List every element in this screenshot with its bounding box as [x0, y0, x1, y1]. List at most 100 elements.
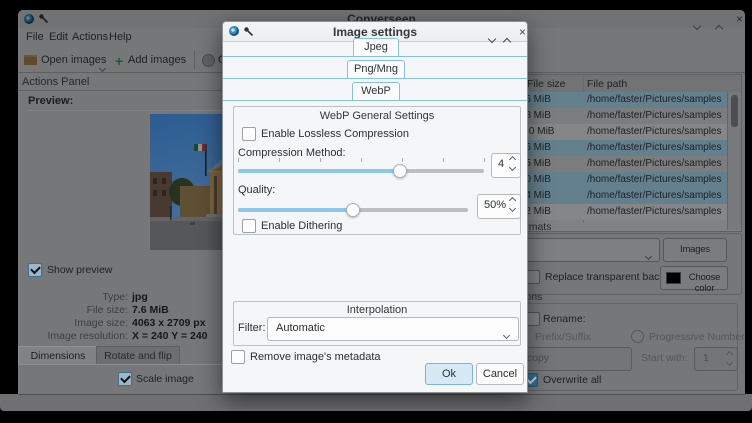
- webp-settings-group: WebP General Settings Enable Lossless Co…: [233, 106, 521, 235]
- cell-path: /home/faster/Pictures/samples: [587, 110, 722, 121]
- compression-method-spinbox[interactable]: 4: [491, 153, 521, 178]
- dithering-checkbox[interactable]: [242, 219, 256, 233]
- lossless-label: Enable Lossless Compression: [261, 128, 409, 140]
- slider-fill: [238, 169, 400, 173]
- info-resolution-label: Image resolution:: [28, 330, 128, 342]
- cell-path: /home/faster/Pictures/samples: [587, 158, 722, 169]
- remove-metadata-checkbox[interactable]: [231, 350, 245, 364]
- close-icon[interactable]: ×: [736, 14, 743, 24]
- spin-up-icon[interactable]: [509, 156, 516, 163]
- compression-method-label: Compression Method:: [238, 147, 346, 159]
- scale-image-label: Scale image: [136, 373, 194, 385]
- col-file-path[interactable]: File path: [587, 78, 627, 90]
- convert-icon: [202, 54, 215, 67]
- tab-rotate-and-flip[interactable]: Rotate and flip: [96, 346, 180, 365]
- col-file-size[interactable]: File size: [527, 78, 566, 90]
- quality-slider[interactable]: [238, 208, 468, 212]
- rename-checkbox[interactable]: [526, 312, 540, 326]
- tab-dimensions[interactable]: Dimensions: [18, 346, 98, 365]
- progressive-number-label: Progressive Number: [649, 331, 745, 343]
- toolbar-separator: [194, 51, 195, 69]
- replace-transparent-checkbox[interactable]: [526, 270, 540, 284]
- interpolation-group: Interpolation Filter: Automatic: [233, 301, 521, 346]
- lossless-checkbox[interactable]: [242, 127, 256, 141]
- scale-image-checkbox[interactable]: [118, 372, 132, 386]
- color-swatch: [666, 272, 681, 284]
- slider-tick: [238, 158, 239, 162]
- cell-path: /home/faster/Pictures/samples: [587, 174, 722, 185]
- chevron-down-icon: [646, 246, 651, 264]
- ok-button[interactable]: Ok: [425, 363, 473, 385]
- start-with-spinbox[interactable]: 1: [694, 347, 738, 371]
- choose-color-button[interactable]: Choose color: [660, 266, 728, 290]
- cell-path: /home/faster/Pictures/samples: [587, 94, 722, 105]
- slider-tick: [402, 158, 403, 162]
- filter-value: Automatic: [276, 322, 325, 334]
- prefix-suffix-label: Prefix/Suffix: [535, 331, 591, 343]
- info-resolution-value: X = 240 Y = 240: [132, 330, 208, 342]
- slider-tick: [361, 158, 362, 162]
- quality-label: Quality:: [238, 184, 275, 196]
- show-preview-checkbox[interactable]: [28, 263, 42, 277]
- interpolation-title: Interpolation: [234, 304, 520, 316]
- open-images-dropdown-icon[interactable]: [100, 58, 105, 76]
- info-imagesize-label: Image size:: [28, 317, 128, 329]
- status-bar: [0, 394, 752, 411]
- cell-path: /home/faster/Pictures/samples: [587, 190, 722, 201]
- spin-down-icon[interactable]: [509, 205, 516, 212]
- cancel-button[interactable]: Cancel: [476, 363, 524, 385]
- tab-jpeg[interactable]: Jpeg: [353, 38, 399, 57]
- filter-label: Filter:: [238, 322, 266, 334]
- spin-up-icon[interactable]: [726, 351, 733, 358]
- menu-actions[interactable]: Actions: [72, 31, 108, 43]
- info-filesize-label: File size:: [28, 304, 128, 316]
- slider-fill: [238, 208, 353, 212]
- overwrite-all-label: Overwrite all: [543, 374, 601, 386]
- table-scrollbar[interactable]: [727, 92, 741, 230]
- image-settings-dialog: Image settings × Jpeg Png/Mng WebP WebP …: [222, 21, 528, 393]
- actions-panel-title: Actions Panel: [22, 76, 89, 88]
- slider-handle[interactable]: [346, 203, 360, 217]
- compression-method-slider[interactable]: [238, 169, 484, 173]
- add-images-icon: +: [115, 55, 123, 67]
- cell-path: /home/faster/Pictures/samples: [587, 126, 722, 137]
- tab-png-mng[interactable]: Png/Mng: [347, 60, 405, 79]
- slider-tick: [443, 158, 444, 162]
- add-images-button[interactable]: Add images: [128, 54, 186, 66]
- choose-color-label: Choose color: [682, 272, 727, 294]
- start-with-label: Start with:: [641, 352, 688, 364]
- info-type-value: jpg: [132, 291, 148, 303]
- scrollbar-thumb[interactable]: [731, 95, 738, 127]
- show-preview-label: Show preview: [47, 264, 112, 276]
- webp-group-title: WebP General Settings: [234, 110, 520, 122]
- dithering-label: Enable Dithering: [261, 220, 342, 232]
- cell-path: /home/faster/Pictures/samples: [587, 142, 722, 153]
- quality-value: 50%: [484, 199, 506, 211]
- menu-edit[interactable]: Edit: [49, 31, 68, 43]
- tab-webp[interactable]: WebP: [352, 82, 400, 101]
- close-icon[interactable]: ×: [519, 27, 526, 37]
- remove-metadata-label: Remove image's metadata: [250, 351, 381, 363]
- rename-label: Rename:: [543, 313, 586, 325]
- menu-file[interactable]: File: [26, 31, 44, 43]
- slider-tick: [279, 158, 280, 162]
- open-images-icon: [24, 55, 37, 65]
- progressive-number-radio[interactable]: [631, 330, 644, 343]
- info-filesize-value: 7.6 MiB: [132, 304, 169, 316]
- maximize-icon[interactable]: [504, 32, 510, 50]
- spin-up-icon[interactable]: [509, 197, 516, 204]
- slider-handle[interactable]: [393, 164, 407, 178]
- minimize-icon[interactable]: [489, 29, 495, 47]
- spin-down-icon[interactable]: [726, 359, 733, 366]
- screen: Converseen × File Edit Actions Help Open…: [0, 0, 752, 423]
- images-settings-button[interactable]: Images settings: [663, 238, 727, 262]
- spin-down-icon[interactable]: [509, 164, 516, 171]
- slider-tick: [484, 158, 485, 162]
- quality-spinbox[interactable]: 50%: [477, 194, 521, 219]
- open-images-button[interactable]: Open images: [41, 54, 106, 66]
- info-type-label: Type:: [28, 291, 128, 303]
- filter-combobox[interactable]: Automatic: [267, 317, 519, 341]
- compression-method-value: 4: [498, 158, 504, 170]
- menu-help[interactable]: Help: [109, 31, 132, 43]
- cell-path: /home/faster/Pictures/samples: [587, 206, 722, 217]
